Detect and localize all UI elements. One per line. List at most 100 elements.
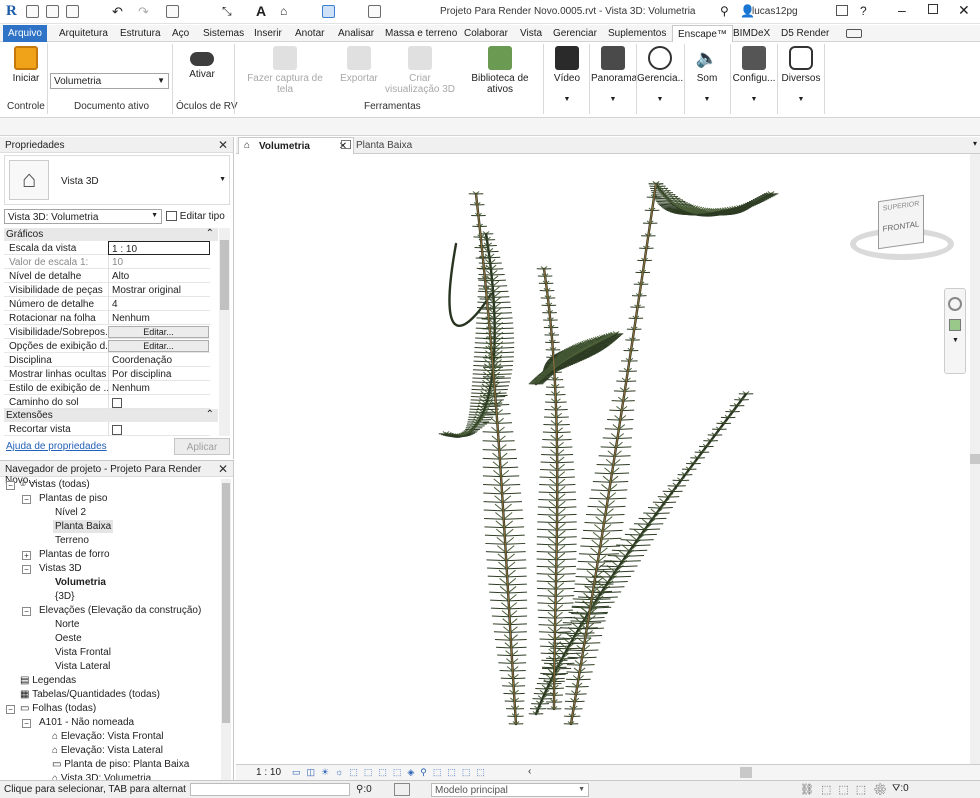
collapse-toggle[interactable]: −	[22, 607, 31, 616]
measure-icon[interactable]: ⤡	[222, 4, 232, 19]
video-button[interactable]: Vídeo ▼	[546, 46, 588, 103]
browser-scrollbar[interactable]	[221, 479, 231, 781]
infocenter-icon[interactable]: ⚲	[720, 4, 729, 18]
tab-d5-render[interactable]: D5 Render	[776, 25, 834, 42]
restore-icon[interactable]	[928, 4, 938, 14]
iniciar-button[interactable]: Iniciar	[6, 46, 46, 84]
expand-toggle[interactable]: +	[22, 551, 31, 560]
apply-button[interactable]: Aplicar	[174, 438, 230, 455]
edit-type-button[interactable]: Editar tipo	[166, 209, 225, 224]
worksets-count[interactable]: ⚲:0	[356, 784, 372, 795]
configuracoes-button[interactable]: Configu... ▼	[731, 46, 777, 103]
design-options-icon[interactable]	[394, 783, 410, 796]
diversos-button[interactable]: Diversos ▼	[779, 46, 823, 103]
tree-node-plantas-forro[interactable]: Plantas de forro	[39, 549, 110, 560]
chevron-down-icon[interactable]: ▼	[952, 337, 959, 344]
tab-arquitetura[interactable]: Arquitetura	[54, 25, 113, 42]
close-icon[interactable]: ✕	[218, 462, 228, 476]
properties-scrollbar[interactable]	[219, 228, 230, 436]
tree-node-sheet-view[interactable]: ▭ Planta de piso: Planta Baixa	[52, 759, 189, 770]
exportar-button[interactable]: Exportar	[337, 46, 381, 84]
tab-vista[interactable]: Vista	[515, 25, 547, 42]
tree-node-sheet-view[interactable]: ⌂ Elevação: Vista Lateral	[52, 745, 163, 756]
minimize-icon[interactable]: –	[898, 2, 906, 18]
scrollbar-thumb[interactable]	[220, 240, 229, 310]
open-icon[interactable]	[26, 5, 39, 18]
section-extensoes[interactable]: Extensões ⌃	[4, 409, 218, 422]
tree-node-vistas-3d[interactable]: Vistas 3D	[39, 563, 82, 574]
tree-node-legendas[interactable]: ▤ Legendas	[20, 675, 76, 686]
sync-icon[interactable]	[66, 5, 79, 18]
tree-node-nivel-2[interactable]: Nível 2	[55, 507, 86, 518]
instance-selector[interactable]: Vista 3D: Volumetria ▼	[4, 209, 162, 224]
canvas-scrollbar[interactable]	[970, 154, 980, 764]
help-icon[interactable]: ?	[860, 4, 867, 18]
tree-node-terreno[interactable]: Terreno	[55, 535, 89, 546]
active-model-select[interactable]: Modelo principal ▼	[431, 783, 589, 797]
text-icon[interactable]: A	[256, 3, 266, 19]
tree-node-vista-frontal[interactable]: Vista Frontal	[55, 647, 111, 658]
steering-wheel-icon[interactable]	[948, 297, 962, 311]
user-name[interactable]: lucas12pg	[752, 6, 798, 17]
tab-analisar[interactable]: Analisar	[333, 25, 379, 42]
3d-view-canvas[interactable]: SUPERIOR FRONTAL ▼	[236, 154, 974, 764]
collapse-toggle[interactable]: −	[22, 495, 31, 504]
print-icon[interactable]	[166, 5, 179, 18]
close-icon[interactable]: ✕	[218, 138, 228, 152]
view-scale[interactable]: 1 : 10	[256, 767, 281, 778]
tab-anotar[interactable]: Anotar	[290, 25, 329, 42]
tree-node-folhas[interactable]: ▭ Folhas (todas)	[20, 703, 96, 714]
tab-estrutura[interactable]: Estrutura	[115, 25, 166, 42]
zoom-icon[interactable]	[949, 319, 961, 331]
tree-node-vistas[interactable]: ⌾ Vistas (todas)	[20, 479, 90, 490]
tab-suplementos[interactable]: Suplementos	[603, 25, 671, 42]
tab-gerenciar[interactable]: Gerenciar	[548, 25, 602, 42]
horizontal-scroll-thumb[interactable]	[740, 767, 752, 778]
tree-node-elevacoes[interactable]: Elevações (Elevação da construção)	[39, 605, 201, 616]
tree-node-plantas-piso[interactable]: Plantas de piso	[39, 493, 107, 504]
som-button[interactable]: 🔈 Som ▼	[686, 46, 728, 103]
redo-icon[interactable]: ↷	[138, 4, 149, 20]
section-graficos[interactable]: Gráficos ⌃	[4, 228, 218, 241]
view-tab-planta-baixa[interactable]: Planta Baixa	[336, 137, 418, 154]
cart-icon[interactable]	[836, 5, 848, 16]
tab-sistemas[interactable]: Sistemas	[198, 25, 249, 42]
tree-node-sheet-view[interactable]: ⌂ Elevação: Vista Frontal	[52, 731, 163, 742]
tree-node-planta-baixa[interactable]: Planta Baixa	[53, 520, 114, 533]
viewcube-box[interactable]: SUPERIOR FRONTAL	[878, 194, 924, 250]
tree-node-vista-lateral[interactable]: Vista Lateral	[55, 661, 110, 672]
tab-inserir[interactable]: Inserir	[249, 25, 287, 42]
ativar-button[interactable]: Ativar	[182, 46, 222, 80]
tree-node-3d[interactable]: {3D}	[55, 591, 74, 602]
viewcube[interactable]: SUPERIOR FRONTAL	[850, 194, 954, 264]
panorama-button[interactable]: Panorama ▼	[591, 46, 637, 103]
save-icon[interactable]	[46, 5, 59, 18]
gerencia-button[interactable]: Gerencia... ▼	[637, 46, 686, 103]
tab-menu-icon[interactable]: ▾	[973, 139, 977, 148]
properties-help-link[interactable]: Ajuda de propriedades	[6, 441, 107, 452]
thin-lines-icon[interactable]	[322, 5, 335, 18]
tab-bimdex[interactable]: BIMDeX	[728, 25, 775, 42]
captura-tela-button[interactable]: Fazer captura de tela	[240, 46, 330, 95]
active-document-select[interactable]: Volumetria ▼	[50, 73, 169, 89]
criar-visualizacao-button[interactable]: Criar visualização 3D	[384, 46, 456, 95]
collapse-toggle[interactable]: −	[22, 719, 31, 728]
view-control-icons[interactable]: ▭◫☀☼⬚⬚⬚⬚◈⚲⬚⬚⬚⬚	[292, 767, 491, 778]
switch-windows-icon[interactable]	[368, 5, 381, 18]
scroll-left-icon[interactable]: ‹	[528, 766, 531, 777]
tab-enscape[interactable]: Enscape™	[672, 25, 733, 42]
tree-node-volumetria[interactable]: Volumetria	[55, 577, 106, 588]
revit-logo[interactable]: R	[6, 3, 20, 20]
scrollbar-thumb[interactable]	[970, 454, 980, 464]
biblioteca-ativos-button[interactable]: Biblioteca de ativos	[459, 46, 541, 95]
tree-node-oeste[interactable]: Oeste	[55, 633, 82, 644]
filter-count[interactable]: ⛛:0	[892, 783, 909, 794]
sun-path-checkbox[interactable]	[112, 398, 122, 408]
type-selector[interactable]: ⌂ Vista 3D ▼	[4, 155, 230, 205]
tab-aco[interactable]: Aço	[167, 25, 194, 42]
tab-arquivo[interactable]: Arquivo	[3, 25, 47, 42]
3d-view-icon[interactable]: ⌂	[280, 4, 287, 18]
scale-input[interactable]: 1 : 10	[108, 241, 210, 255]
ribbon-toggle-icon[interactable]	[846, 29, 862, 38]
edit-visibility-button[interactable]: Editar...	[108, 326, 209, 338]
